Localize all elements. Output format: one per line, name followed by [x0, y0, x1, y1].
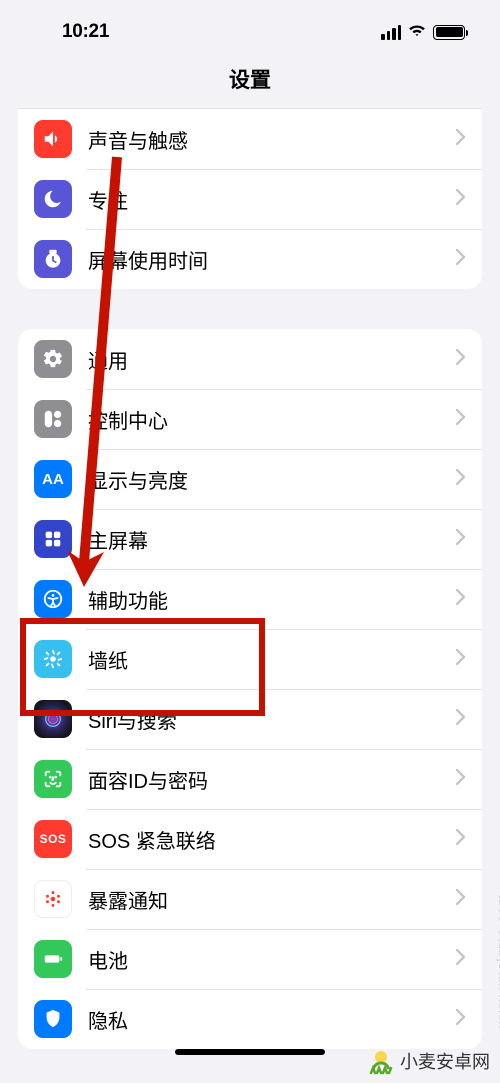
chevron-right-icon — [456, 709, 466, 730]
accessibility-icon — [34, 580, 72, 618]
row-label: 专注 — [88, 185, 456, 214]
row-siri[interactable]: Siri与搜索 — [18, 689, 482, 749]
chevron-right-icon — [456, 949, 466, 970]
watermark-logo-icon — [367, 1047, 395, 1075]
settings-group-2: 通用 控制中心 AA 显示与亮度 主屏幕 — [18, 329, 482, 1049]
sound-icon — [34, 120, 72, 158]
row-privacy[interactable]: 隐私 — [18, 989, 482, 1049]
row-accessibility[interactable]: 辅助功能 — [18, 569, 482, 629]
screentime-icon — [34, 240, 72, 278]
chevron-right-icon — [456, 589, 466, 610]
row-label: 通用 — [88, 345, 456, 374]
row-label: 控制中心 — [88, 405, 456, 434]
chevron-right-icon — [456, 889, 466, 910]
homescreen-icon — [34, 520, 72, 558]
row-general[interactable]: 通用 — [18, 329, 482, 389]
row-control-center[interactable]: 控制中心 — [18, 389, 482, 449]
row-label: 屏幕使用时间 — [88, 245, 456, 274]
page-title: 设置 — [0, 64, 500, 94]
chevron-right-icon — [456, 529, 466, 550]
row-label: 辅助功能 — [88, 585, 456, 614]
row-label: SOS 紧急联络 — [88, 825, 456, 854]
faceid-icon — [34, 760, 72, 798]
status-time: 10:21 — [62, 21, 109, 43]
chevron-right-icon — [456, 469, 466, 490]
wallpaper-icon — [34, 640, 72, 678]
row-homescreen[interactable]: 主屏幕 — [18, 509, 482, 569]
chevron-right-icon — [456, 189, 466, 210]
chevron-right-icon — [456, 1009, 466, 1030]
control-center-icon — [34, 400, 72, 438]
row-sound[interactable]: 声音与触感 — [18, 108, 482, 169]
row-label: 面容ID与密码 — [88, 765, 456, 794]
row-label: 电池 — [88, 945, 456, 974]
row-label: 声音与触感 — [88, 125, 456, 154]
chevron-right-icon — [456, 769, 466, 790]
row-faceid[interactable]: 面容ID与密码 — [18, 749, 482, 809]
sos-icon: SOS — [34, 820, 72, 858]
page-header: 设置 — [0, 56, 500, 108]
settings-list: 声音与触感 专注 屏幕使用时间 通用 — [0, 108, 500, 1049]
status-bar: 10:21 — [0, 0, 500, 56]
battery-icon — [433, 25, 465, 40]
row-label: 显示与亮度 — [88, 465, 456, 494]
row-display[interactable]: AA 显示与亮度 — [18, 449, 482, 509]
row-label: 暴露通知 — [88, 885, 456, 914]
status-icons — [381, 23, 465, 42]
row-sos[interactable]: SOS SOS 紧急联络 — [18, 809, 482, 869]
chevron-right-icon — [456, 409, 466, 430]
home-indicator[interactable] — [175, 1049, 325, 1055]
settings-group-1: 声音与触感 专注 屏幕使用时间 — [18, 108, 482, 289]
row-focus[interactable]: 专注 — [18, 169, 482, 229]
row-battery[interactable]: 电池 — [18, 929, 482, 989]
exposure-icon — [34, 880, 72, 918]
chevron-right-icon — [456, 829, 466, 850]
wifi-icon — [407, 23, 427, 42]
row-label: Siri与搜索 — [88, 705, 456, 734]
cellular-icon — [381, 25, 401, 40]
row-label: 隐私 — [88, 1005, 456, 1034]
chevron-right-icon — [456, 349, 466, 370]
battery-icon — [34, 940, 72, 978]
row-exposure[interactable]: 暴露通知 — [18, 869, 482, 929]
row-screentime[interactable]: 屏幕使用时间 — [18, 229, 482, 289]
chevron-right-icon — [456, 249, 466, 270]
watermark-brand: 小麦安卓网 — [367, 1047, 490, 1075]
chevron-right-icon — [456, 129, 466, 150]
row-label: 墙纸 — [88, 645, 456, 674]
row-label: 主屏幕 — [88, 525, 456, 554]
privacy-icon — [34, 1000, 72, 1038]
general-icon — [34, 340, 72, 378]
watermark-domain: www.xmsigma.com — [494, 893, 500, 1028]
focus-icon — [34, 180, 72, 218]
row-wallpaper[interactable]: 墙纸 — [18, 629, 482, 689]
siri-icon — [34, 700, 72, 738]
chevron-right-icon — [456, 649, 466, 670]
display-icon: AA — [34, 460, 72, 498]
